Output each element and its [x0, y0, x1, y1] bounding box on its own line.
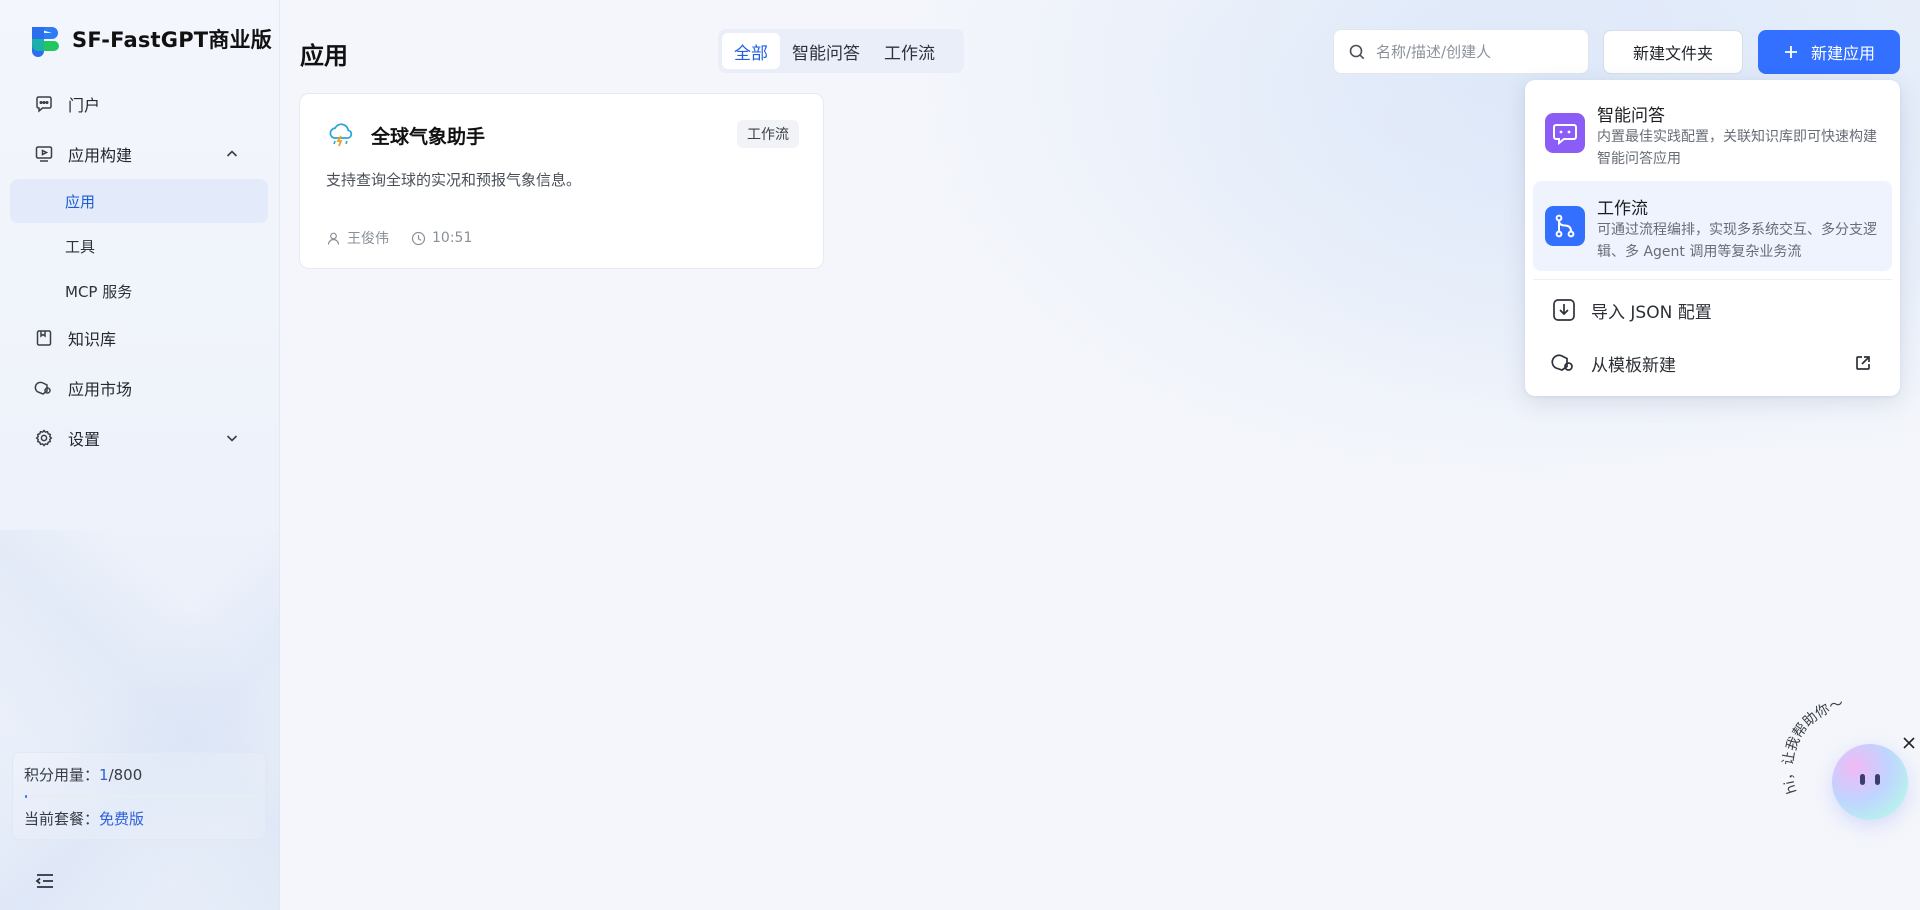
sidebar-subitem-apps[interactable]: 应用	[10, 179, 268, 223]
page-title: 应用	[300, 42, 348, 70]
app-type-tag: 工作流	[737, 120, 799, 148]
clock-icon	[411, 231, 426, 245]
sidebar-item-settings[interactable]: 设置	[10, 416, 268, 460]
cloud-lightning-icon	[329, 123, 353, 147]
gear-icon	[35, 429, 53, 447]
app-card[interactable]: 全球气象助手 工作流 支持查询全球的实况和预报气象信息。 王俊伟 10:51	[299, 93, 824, 269]
tab-chat[interactable]: 智能问答	[780, 33, 872, 69]
menu-item-label: 从模板新建	[1591, 355, 1676, 376]
assistant-avatar[interactable]	[1832, 744, 1908, 820]
app-description: 支持查询全球的实况和预报气象信息。	[326, 171, 582, 189]
menu-item-label: 导入 JSON 配置	[1591, 302, 1712, 323]
menu-item-desc: 内置最佳实践配置，关联知识库即可快速构建智能问答应用	[1597, 129, 1877, 167]
chat-bot-icon	[1545, 113, 1585, 153]
new-folder-button[interactable]: 新建文件夹	[1603, 30, 1743, 74]
points-total: /800	[108, 766, 143, 784]
plan-info: 当前套餐：免费版	[24, 808, 144, 829]
chat-bubble-icon	[36, 96, 52, 113]
close-icon[interactable]	[1902, 736, 1916, 750]
sidebar-item-label: 设置	[68, 430, 101, 449]
fastgpt-logo-icon	[32, 27, 59, 57]
app-time: 10:51	[432, 230, 473, 246]
sidebar-item-label: 知识库	[68, 330, 117, 349]
points-used: 1	[99, 766, 109, 784]
plan-label: 当前套餐：	[24, 810, 100, 828]
app-meta: 王俊伟 10:51	[326, 228, 472, 248]
chevron-down-icon	[226, 435, 238, 442]
menu-item-title: 智能问答	[1597, 106, 1665, 126]
assistant-eye	[1860, 774, 1865, 785]
sidebar-item-portal[interactable]: 门户	[10, 82, 268, 126]
app-author: 王俊伟	[347, 231, 389, 247]
sidebar-subitem-label: MCP 服务	[65, 282, 133, 301]
market-icon	[34, 381, 51, 395]
collapse-sidebar-icon[interactable]	[34, 870, 56, 892]
points-progress-bar	[25, 795, 255, 798]
menu-item-from-template[interactable]: 从模板新建	[1533, 340, 1892, 386]
app-type-tabs: 全部 智能问答 工作流	[718, 29, 964, 73]
menu-item-title: 工作流	[1597, 199, 1648, 219]
monitor-play-icon	[35, 146, 53, 162]
sidebar-subitem-label: 工具	[65, 237, 96, 256]
sidebar-item-knowledge[interactable]: 知识库	[10, 316, 268, 360]
new-app-button[interactable]: 新建应用	[1758, 30, 1900, 74]
tab-workflow[interactable]: 工作流	[872, 33, 947, 69]
plan-value[interactable]: 免费版	[99, 810, 144, 828]
sidebar-item-market[interactable]: 应用市场	[10, 366, 268, 410]
external-link-icon	[1856, 356, 1870, 370]
assistant-widget[interactable]: hi，让我帮助你～	[1780, 700, 1920, 840]
sidebar: SF-FastGPT商业版 门户 应用构建 应用 工具 MCP 服务 知识库 应…	[0, 0, 280, 910]
usage-panel: 积分用量：1/800 当前套餐：免费版	[12, 752, 266, 840]
points-label: 积分用量：	[24, 766, 100, 784]
assistant-eye	[1875, 774, 1880, 785]
import-icon	[1553, 299, 1575, 321]
template-icon	[1551, 354, 1573, 371]
points-progress-fill	[25, 795, 27, 798]
chevron-up-icon	[226, 150, 238, 157]
menu-item-desc: 可通过流程编排，实现多系统交互、多分支逻辑、多 Agent 调用等复杂业务流	[1597, 222, 1877, 260]
search-icon	[1349, 44, 1365, 59]
sidebar-item-label: 应用构建	[68, 146, 133, 165]
create-app-menu: 智能问答 内置最佳实践配置，关联知识库即可快速构建智能问答应用 工作流 可通过流…	[1525, 80, 1900, 396]
user-icon	[327, 232, 340, 245]
sidebar-subitem-tools[interactable]: 工具	[10, 224, 268, 268]
brand[interactable]: SF-FastGPT商业版	[26, 20, 272, 58]
menu-item-import-json[interactable]: 导入 JSON 配置	[1533, 287, 1892, 333]
sidebar-subitem-mcp[interactable]: MCP 服务	[10, 269, 268, 313]
menu-divider	[1533, 279, 1892, 280]
book-icon	[36, 330, 52, 346]
sidebar-item-app-build[interactable]: 应用构建	[10, 132, 268, 176]
brand-name: SF-FastGPT商业版	[72, 28, 272, 52]
sidebar-item-label: 门户	[68, 96, 101, 115]
search-input[interactable]	[1376, 42, 1576, 61]
menu-item-workflow-app[interactable]: 工作流 可通过流程编排，实现多系统交互、多分支逻辑、多 Agent 调用等复杂业…	[1533, 181, 1892, 271]
app-name: 全球气象助手	[371, 126, 486, 148]
sidebar-subitem-label: 应用	[65, 192, 96, 211]
menu-item-chat-app[interactable]: 智能问答 内置最佳实践配置，关联知识库即可快速构建智能问答应用	[1533, 88, 1892, 178]
sidebar-item-label: 应用市场	[68, 380, 133, 399]
plus-icon	[1784, 46, 1797, 58]
tab-all[interactable]: 全部	[722, 33, 780, 69]
search-box[interactable]	[1333, 29, 1589, 74]
workflow-icon	[1545, 206, 1585, 246]
points-usage: 积分用量：1/800	[24, 764, 142, 785]
new-app-label: 新建应用	[1810, 44, 1875, 63]
